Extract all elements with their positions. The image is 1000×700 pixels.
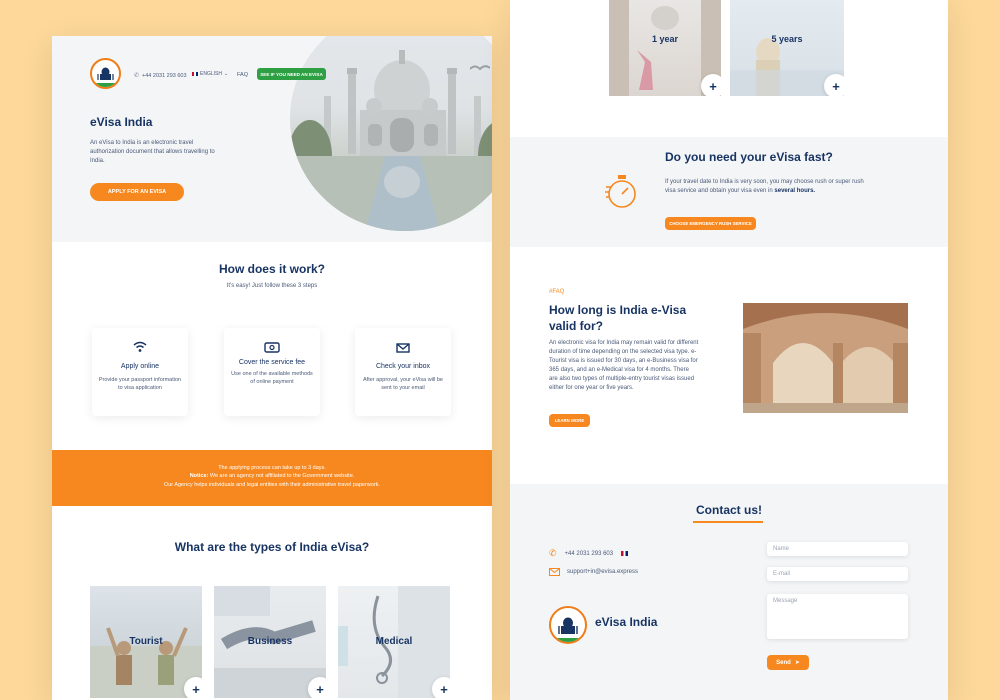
notice-banner: The applying process can take up to 3 da… [52,450,492,506]
contact-email-text: support+in@evisa.express [567,569,638,575]
message-placeholder: Message [773,598,798,604]
type-card-business[interactable]: Business + [214,586,326,698]
notice-line-2: We are an agency not affiliated to the G… [209,473,355,480]
validity-label: 1 year [651,34,679,44]
logo-icon[interactable] [90,58,121,89]
type-card-tourist[interactable]: Tourist + [90,586,202,698]
step-card-fee: Cover the service fee Use one of the ava… [224,328,320,416]
plus-symbol: + [316,681,324,697]
email-field[interactable]: E-mail [767,567,908,581]
notice-line-1: The applying process can take up to 3 da… [218,465,326,471]
emergency-rush-button[interactable]: CHOOSE EMERGENCY RUSH SERVICE [665,217,756,230]
contact-title-underline [693,521,763,523]
phone-icon: ✆ [549,548,557,558]
plus-icon[interactable]: + [432,677,450,698]
name-field[interactable]: Name [767,542,908,556]
hero-description: An eVisa to India is an electronic trave… [90,140,215,164]
apply-evisa-label: APPLY FOR AN EVISA [107,189,167,195]
plus-icon[interactable]: + [184,677,202,698]
validity-card-1-year[interactable]: 1 year + [609,0,721,96]
language-selector[interactable]: ENGLISH ⌄ [192,71,228,77]
type-label-business: Business [247,636,293,647]
notice-label: Notice: [189,473,209,480]
nav-faq-link[interactable]: FAQ [237,72,248,78]
see-if-need-evisa-label: SEE IF YOU NEED AN EVISA [260,71,323,77]
logo-icon [549,606,587,644]
envelope-icon [355,340,451,354]
contact-email[interactable]: support+in@evisa.express [549,568,638,576]
rush-text-body: If your travel date to India is very soo… [665,179,864,194]
language-label: ENGLISH [200,71,222,77]
phone-icon: ✆ [134,73,140,79]
palace-arches-image [743,303,908,413]
step-title: Check your inbox [375,363,431,370]
header-phone[interactable]: ✆ +44 2031 293 603 [134,72,187,80]
faq-title: How long is India e-Visa valid for? [549,303,687,334]
contact-phone[interactable]: ✆ +44 2031 293 603 [549,548,629,559]
wifi-icon [92,340,188,354]
rush-text: If your travel date to India is very soo… [665,178,865,196]
stopwatch-icon [604,173,640,216]
contact-brand: eVisa India [595,615,658,629]
validity-label: 5 years [771,34,803,44]
step-desc: After approval, your eVisa will be sent … [363,377,443,392]
email-placeholder: E-mail [773,571,791,577]
header-phone-text: +44 2031 293 603 [142,72,187,79]
step-desc: Use one of the available methods of onli… [231,371,313,386]
type-card-medical[interactable]: Medical + [338,586,450,698]
plus-icon[interactable]: + [308,677,326,698]
landing-page-right: 1 year + 5 years + Do you need your eVis… [510,0,948,700]
plus-icon[interactable]: + [701,74,721,96]
chevron-down-icon: ⌄ [223,71,229,77]
bird-icon [470,65,490,71]
send-label: Send [776,659,791,666]
email-icon [549,568,560,576]
contact-phone-text: +44 2031 293 603 [564,550,614,557]
name-placeholder: Name [773,546,790,552]
plus-symbol: + [440,681,448,697]
learn-more-label: LEARN MORE [554,418,585,423]
send-button[interactable]: Send ➤ [767,655,809,670]
contact-title: Contact us! [696,503,762,517]
emergency-rush-label: CHOOSE EMERGENCY RUSH SERVICE [669,221,752,226]
plus-symbol: + [192,681,200,697]
step-card-inbox: Check your inbox After approval, your eV… [355,328,451,416]
step-title: Cover the service fee [238,359,306,366]
uk-flag-icon [621,551,629,556]
faq-text: An electronic visa for India may remain … [549,340,699,391]
faq-tag: #FAQ [549,289,565,295]
notice-line-3: Our Agency helps individuals and legal e… [163,481,381,488]
step-card-apply: Apply online Provide your passport infor… [92,328,188,416]
type-label-medical: Medical [375,636,413,647]
step-title: Apply online [120,363,160,370]
money-icon [224,340,320,354]
landing-page-left: ✆ +44 2031 293 603 ENGLISH ⌄ FAQ SEE IF … [52,36,492,700]
plus-icon[interactable]: + [824,74,844,96]
rush-title: Do you need your eVisa fast? [665,150,833,164]
hero-title: eVisa India [90,115,153,129]
validity-card-5-years[interactable]: 5 years + [730,0,844,96]
apply-evisa-button[interactable]: APPLY FOR AN EVISA [90,183,184,201]
how-title: How does it work? [218,262,325,276]
send-arrow-icon: ➤ [794,660,800,666]
plus-symbol: + [709,78,717,94]
rush-text-bold: several hours. [774,188,816,194]
learn-more-button[interactable]: LEARN MORE [549,414,590,427]
step-desc: Provide your passport information to vis… [98,377,182,392]
uk-flag-icon [192,72,198,76]
type-label-tourist: Tourist [129,636,163,647]
plus-symbol: + [832,78,840,94]
types-title: What are the types of India eVisa? [174,540,370,554]
message-field[interactable]: Message [767,594,908,639]
how-subtitle: It's easy! Just follow these 3 steps [226,283,318,289]
see-if-need-evisa-button[interactable]: SEE IF YOU NEED AN EVISA [257,68,326,80]
